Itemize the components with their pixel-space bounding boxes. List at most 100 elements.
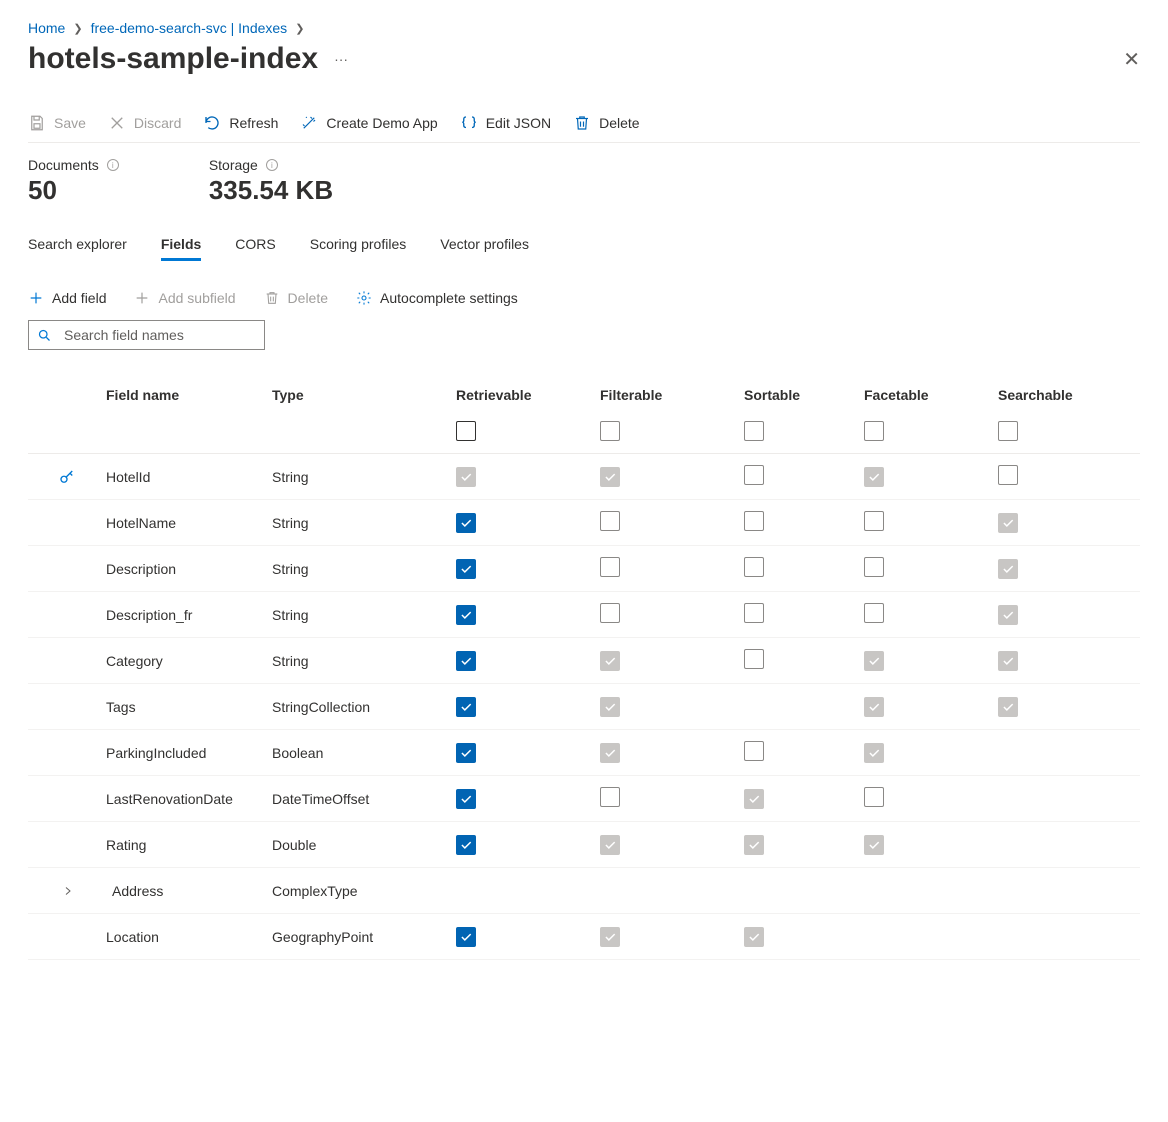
add-field-button[interactable]: Add field: [28, 290, 106, 306]
tab-cors[interactable]: CORS: [235, 236, 275, 260]
checkbox-filterable[interactable]: [600, 835, 620, 855]
checkbox-facetable[interactable]: [864, 651, 884, 671]
tabs: Search explorer Fields CORS Scoring prof…: [28, 236, 1140, 260]
field-name[interactable]: Location: [106, 929, 272, 945]
storage-value: 335.54 KB: [209, 175, 333, 206]
field-name[interactable]: Address: [106, 883, 272, 899]
page-title: hotels-sample-index: [28, 42, 318, 76]
add-subfield-button: Add subfield: [134, 290, 235, 306]
breadcrumb-home[interactable]: Home: [28, 20, 65, 36]
field-type: GeographyPoint: [272, 929, 456, 945]
plus-icon: [134, 290, 150, 306]
checkbox-retrievable[interactable]: [456, 927, 476, 947]
field-name[interactable]: Category: [106, 653, 272, 669]
field-name[interactable]: Rating: [106, 837, 272, 853]
checkbox-retrievable[interactable]: [456, 743, 476, 763]
table-row: Location GeographyPoint: [28, 914, 1140, 960]
field-name[interactable]: ParkingIncluded: [106, 745, 272, 761]
search-input[interactable]: [62, 326, 256, 344]
checkbox-filterable[interactable]: [600, 467, 620, 487]
checkbox-filterable[interactable]: [600, 603, 620, 623]
storage-label: Storage: [209, 157, 258, 173]
checkbox-retrievable[interactable]: [456, 467, 476, 487]
checkbox-all-filterable[interactable]: [600, 421, 620, 441]
checkbox-filterable[interactable]: [600, 651, 620, 671]
checkbox-sortable[interactable]: [744, 835, 764, 855]
checkbox-retrievable[interactable]: [456, 835, 476, 855]
tab-vector-profiles[interactable]: Vector profiles: [440, 236, 529, 260]
checkbox-all-sortable[interactable]: [744, 421, 764, 441]
field-name[interactable]: HotelId: [106, 469, 272, 485]
checkbox-retrievable[interactable]: [456, 513, 476, 533]
checkbox-retrievable[interactable]: [456, 605, 476, 625]
edit-json-button[interactable]: Edit JSON: [460, 114, 551, 132]
checkbox-searchable[interactable]: [998, 605, 1018, 625]
checkbox-sortable[interactable]: [744, 511, 764, 531]
checkbox-facetable[interactable]: [864, 467, 884, 487]
checkbox-searchable[interactable]: [998, 651, 1018, 671]
field-name[interactable]: HotelName: [106, 515, 272, 531]
checkbox-all-retrievable[interactable]: [456, 421, 476, 441]
checkbox-sortable[interactable]: [744, 465, 764, 485]
checkbox-filterable[interactable]: [600, 787, 620, 807]
checkbox-retrievable[interactable]: [456, 559, 476, 579]
info-icon[interactable]: i: [107, 159, 119, 171]
search-field-names[interactable]: [28, 320, 265, 350]
checkbox-sortable[interactable]: [744, 557, 764, 577]
checkbox-facetable[interactable]: [864, 603, 884, 623]
breadcrumb-path[interactable]: free-demo-search-svc | Indexes: [91, 20, 288, 36]
checkbox-sortable[interactable]: [744, 649, 764, 669]
braces-icon: [460, 114, 478, 132]
chevron-right-icon: ❯: [295, 22, 304, 35]
tab-search-explorer[interactable]: Search explorer: [28, 236, 127, 260]
checkbox-all-searchable[interactable]: [998, 421, 1018, 441]
checkbox-filterable[interactable]: [600, 557, 620, 577]
checkbox-facetable[interactable]: [864, 697, 884, 717]
tab-fields[interactable]: Fields: [161, 236, 201, 260]
checkbox-filterable[interactable]: [600, 511, 620, 531]
field-name[interactable]: LastRenovationDate: [106, 791, 272, 807]
checkbox-retrievable[interactable]: [456, 651, 476, 671]
table-row: LastRenovationDate DateTimeOffset: [28, 776, 1140, 822]
field-name[interactable]: Tags: [106, 699, 272, 715]
tab-scoring-profiles[interactable]: Scoring profiles: [310, 236, 407, 260]
chevron-right-icon[interactable]: [62, 885, 74, 897]
gear-icon: [356, 290, 372, 306]
discard-button: Discard: [108, 114, 181, 132]
field-name[interactable]: Description_fr: [106, 607, 272, 623]
checkbox-facetable[interactable]: [864, 743, 884, 763]
save-icon: [28, 114, 46, 132]
checkbox-retrievable[interactable]: [456, 789, 476, 809]
checkbox-facetable[interactable]: [864, 835, 884, 855]
checkbox-facetable[interactable]: [864, 511, 884, 531]
refresh-button[interactable]: Refresh: [203, 114, 278, 132]
checkbox-sortable[interactable]: [744, 603, 764, 623]
table-row: Description String: [28, 546, 1140, 592]
checkbox-filterable[interactable]: [600, 697, 620, 717]
info-icon[interactable]: i: [266, 159, 278, 171]
discard-label: Discard: [134, 115, 181, 131]
close-button[interactable]: ✕: [1123, 47, 1140, 72]
create-demo-button[interactable]: Create Demo App: [300, 114, 437, 132]
checkbox-sortable[interactable]: [744, 741, 764, 761]
checkbox-filterable[interactable]: [600, 927, 620, 947]
checkbox-all-facetable[interactable]: [864, 421, 884, 441]
checkbox-searchable[interactable]: [998, 513, 1018, 533]
table-row: Address ComplexType: [28, 868, 1140, 914]
delete-button[interactable]: Delete: [573, 114, 639, 132]
more-actions-button[interactable]: ···: [334, 51, 348, 67]
autocomplete-settings-button[interactable]: Autocomplete settings: [356, 290, 518, 306]
checkbox-filterable[interactable]: [600, 743, 620, 763]
checkbox-retrievable[interactable]: [456, 697, 476, 717]
checkbox-searchable[interactable]: [998, 697, 1018, 717]
save-button: Save: [28, 114, 86, 132]
checkbox-searchable[interactable]: [998, 465, 1018, 485]
field-name[interactable]: Description: [106, 561, 272, 577]
command-bar: Save Discard Refresh Create Demo App Edi…: [28, 114, 1140, 143]
checkbox-facetable[interactable]: [864, 787, 884, 807]
checkbox-searchable[interactable]: [998, 559, 1018, 579]
checkbox-sortable[interactable]: [744, 789, 764, 809]
col-type: Type: [272, 387, 456, 403]
checkbox-sortable[interactable]: [744, 927, 764, 947]
checkbox-facetable[interactable]: [864, 557, 884, 577]
